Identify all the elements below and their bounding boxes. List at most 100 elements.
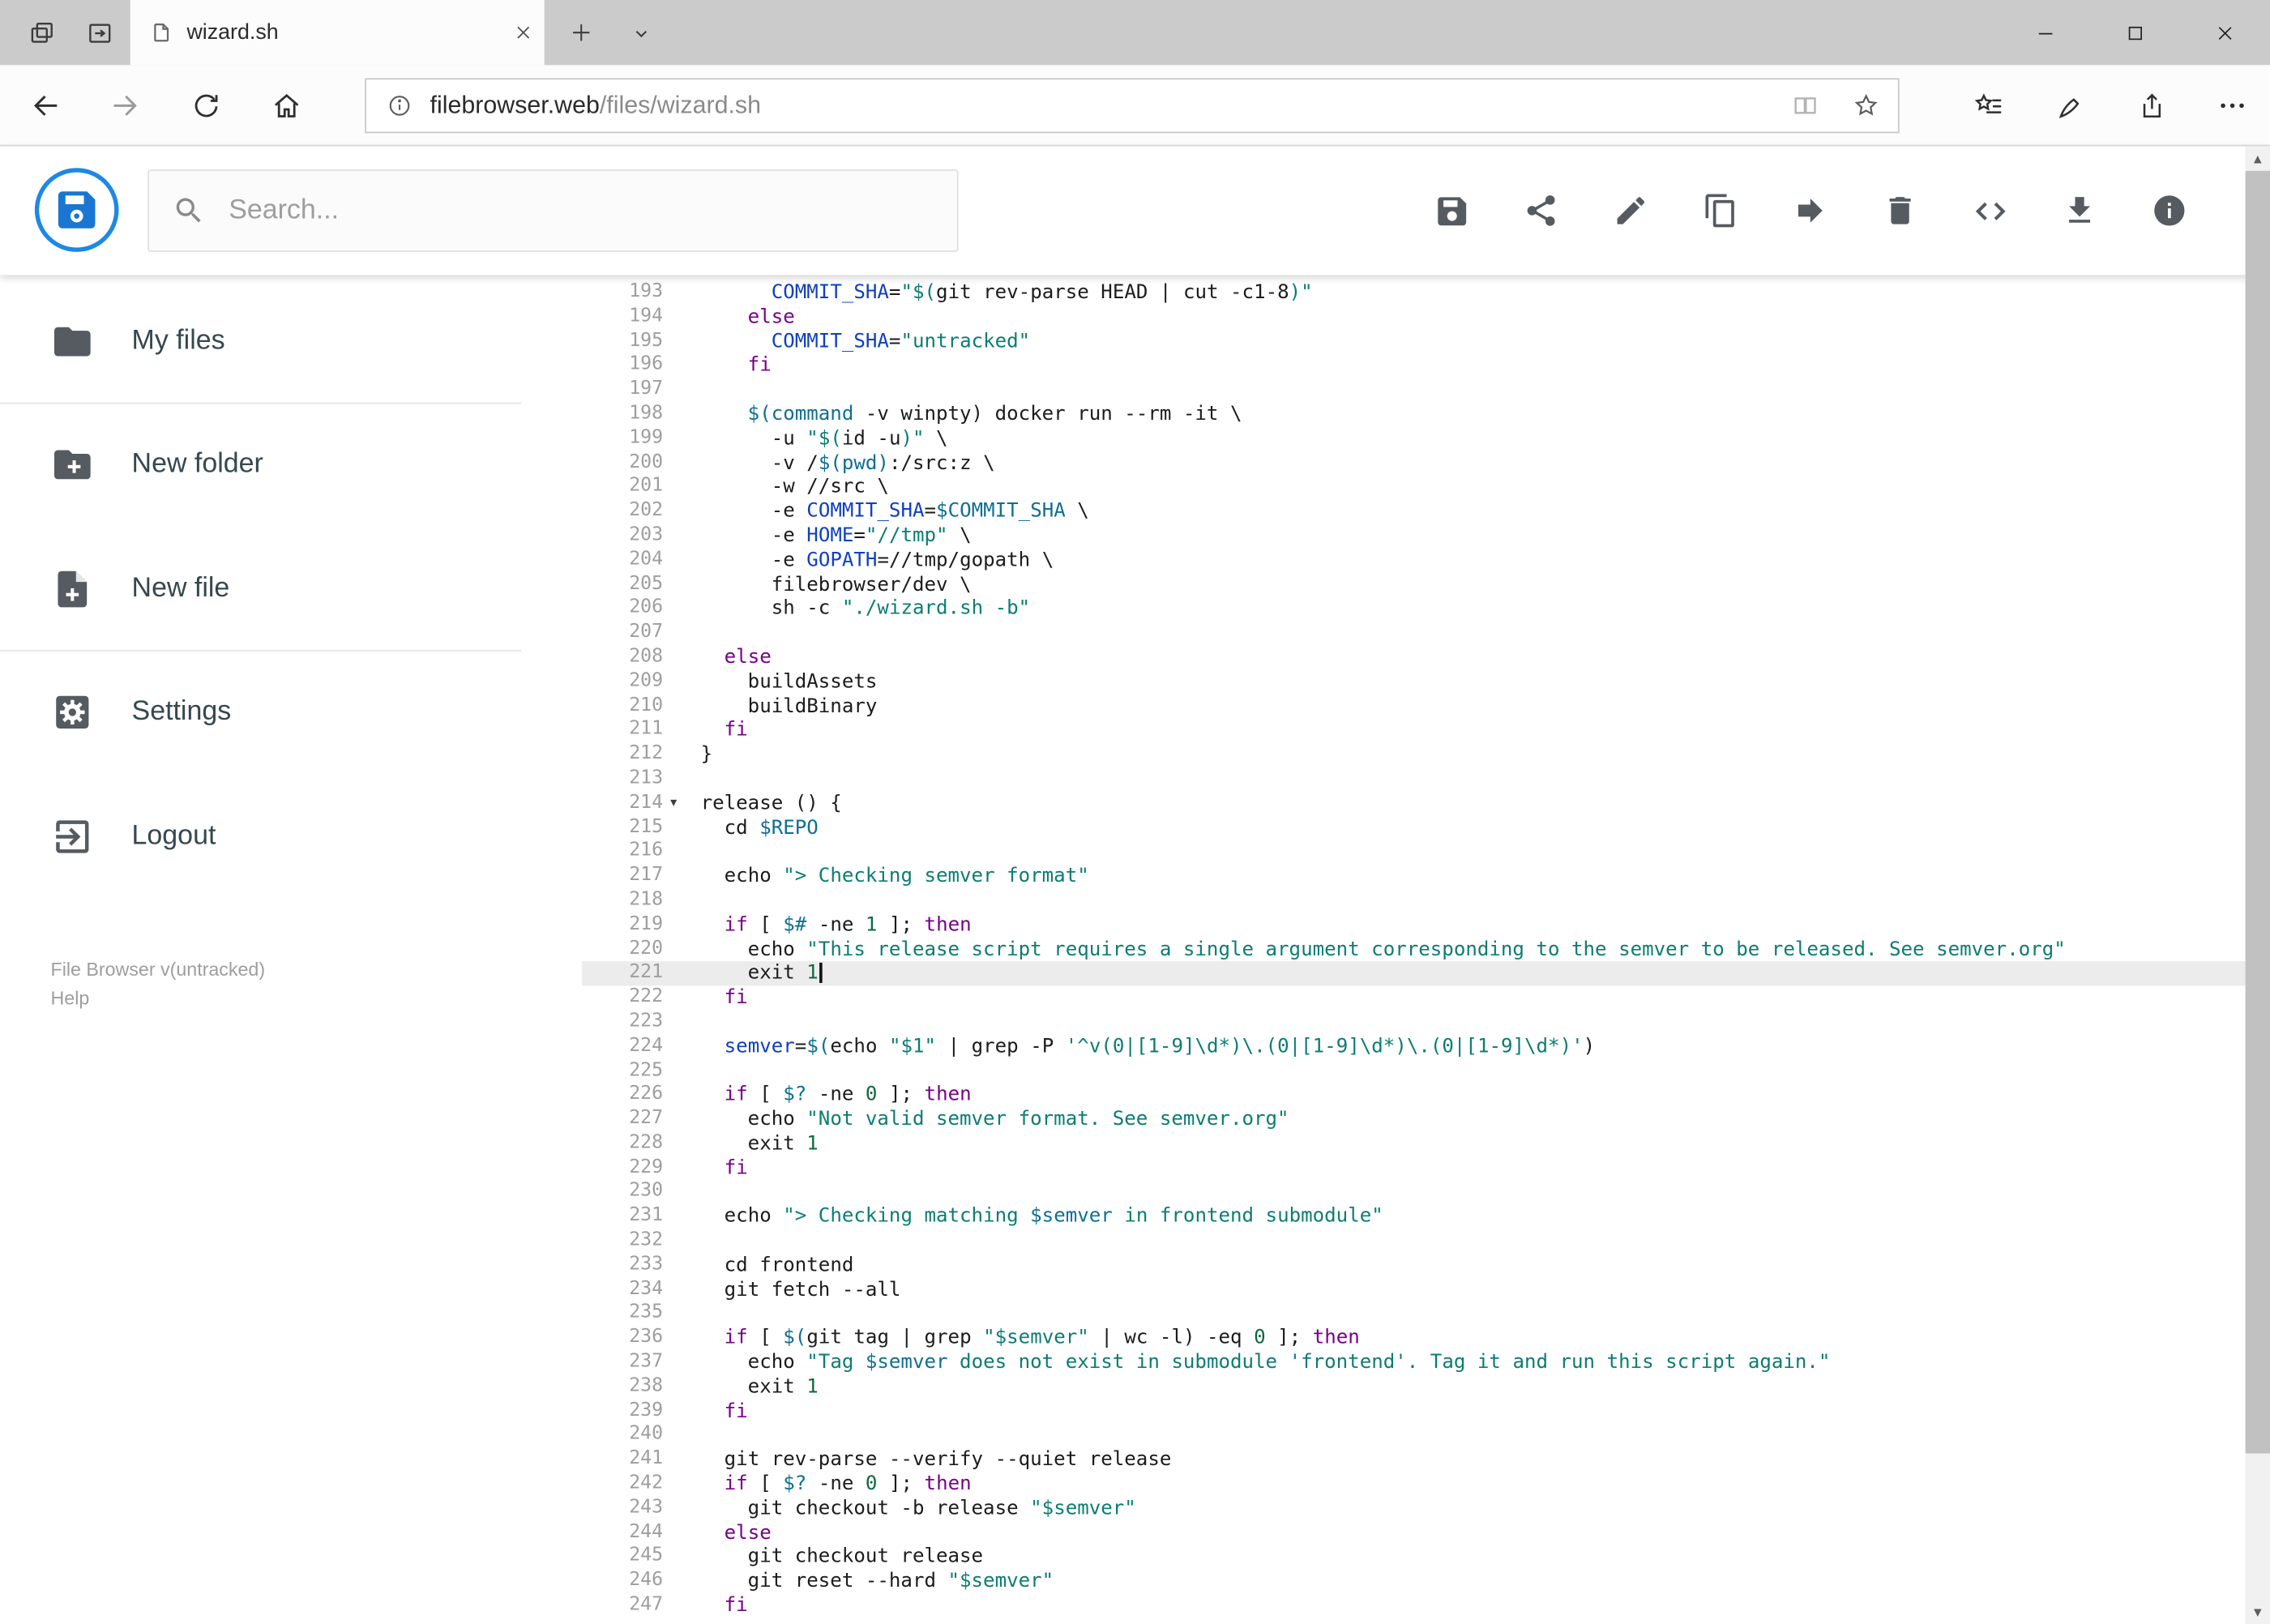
tab-close-icon[interactable] xyxy=(514,24,532,42)
favorite-star-icon[interactable] xyxy=(1852,92,1881,121)
code-line[interactable]: 195 COMMIT_SHA="untracked" xyxy=(582,330,2246,354)
tab-list-button[interactable] xyxy=(611,0,672,65)
web-note-button[interactable] xyxy=(2038,74,2102,138)
set-aside-tabs-button[interactable] xyxy=(11,0,72,65)
code-line[interactable]: 241 git rev-parse --verify --quiet relea… xyxy=(582,1448,2246,1472)
raw-code-button[interactable] xyxy=(1970,191,2009,230)
delete-button[interactable] xyxy=(1880,191,1919,230)
code-line[interactable]: 213 xyxy=(582,767,2246,792)
code-line[interactable]: 210 buildBinary xyxy=(582,694,2246,719)
code-line[interactable]: 231 echo "> Checking matching $semver in… xyxy=(582,1205,2246,1229)
code-line[interactable]: 242 if [ $? -ne 0 ]; then xyxy=(582,1472,2246,1497)
code-line[interactable]: 235 xyxy=(582,1302,2246,1327)
maximize-button[interactable] xyxy=(2090,0,2180,65)
browser-tab[interactable]: wizard.sh xyxy=(130,0,545,66)
code-line[interactable]: 199 -u "$(id -u)" \ xyxy=(582,427,2246,451)
minimize-button[interactable] xyxy=(2001,0,2091,65)
code-line[interactable]: 236 if [ $(git tag | grep "$semver" | wc… xyxy=(582,1327,2246,1351)
code-line[interactable]: 228 exit 1 xyxy=(582,1132,2246,1156)
code-line[interactable]: 209 buildAssets xyxy=(582,670,2246,694)
code-line[interactable]: 207 xyxy=(582,622,2246,646)
info-button[interactable] xyxy=(2150,191,2189,230)
code-line[interactable]: 203 -e HOME="//tmp" \ xyxy=(582,524,2246,549)
new-tab-button[interactable] xyxy=(550,0,611,65)
code-line[interactable]: 202 -e COMMIT_SHA=$COMMIT_SHA \ xyxy=(582,500,2246,524)
code-line[interactable]: 216 xyxy=(582,840,2246,865)
code-line[interactable]: 212} xyxy=(582,743,2246,767)
reading-view-icon[interactable] xyxy=(1791,92,1820,121)
code-line[interactable]: 238 exit 1 xyxy=(582,1375,2246,1400)
sidebar-item-new-folder[interactable]: New folder xyxy=(0,421,582,508)
hub-favorites-button[interactable] xyxy=(1957,74,2021,138)
code-line[interactable]: 196 fi xyxy=(582,354,2246,378)
home-button[interactable] xyxy=(254,74,318,138)
download-button[interactable] xyxy=(2060,191,2099,230)
code-line[interactable]: 240 xyxy=(582,1424,2246,1448)
code-line[interactable]: 233 cd frontend xyxy=(582,1254,2246,1278)
save-button[interactable] xyxy=(1432,191,1471,230)
more-menu-button[interactable] xyxy=(2200,74,2264,138)
tab-preview-button[interactable] xyxy=(70,0,130,65)
rename-button[interactable] xyxy=(1611,191,1650,230)
code-line[interactable]: 230 xyxy=(582,1181,2246,1205)
share-file-button[interactable] xyxy=(1521,191,1560,230)
code-line[interactable]: 222 fi xyxy=(582,986,2246,1011)
code-line[interactable]: 200 -v /$(pwd):/src:z \ xyxy=(582,451,2246,476)
code-line[interactable]: 204 -e GOPATH=//tmp/gopath \ xyxy=(582,549,2246,573)
filebrowser-logo[interactable] xyxy=(34,168,119,252)
search-box[interactable] xyxy=(147,169,959,252)
scroll-down-arrow-icon[interactable]: ▼ xyxy=(2246,1600,2270,1624)
refresh-button[interactable] xyxy=(173,74,237,138)
site-info-icon[interactable] xyxy=(387,92,413,118)
help-link[interactable]: Help xyxy=(51,985,266,1014)
share-button[interactable] xyxy=(2119,74,2183,138)
code-line[interactable]: 224 semver=$(echo "$1" | grep -P '^v(0|[… xyxy=(582,1035,2246,1059)
code-line[interactable]: 229 fi xyxy=(582,1156,2246,1181)
code-editor[interactable]: 193 COMMIT_SHA="$(git rev-parse HEAD | c… xyxy=(582,275,2246,1624)
move-button[interactable] xyxy=(1791,191,1830,230)
code-line[interactable]: 225 xyxy=(582,1059,2246,1083)
code-line[interactable]: 221 exit 1 xyxy=(582,961,2246,986)
code-line[interactable]: 243 git checkout -b release "$semver" xyxy=(582,1497,2246,1521)
code-line[interactable]: 247 fi xyxy=(582,1594,2246,1618)
code-line[interactable]: 227 echo "Not valid semver format. See s… xyxy=(582,1108,2246,1132)
code-line[interactable]: 246 git reset --hard "$semver" xyxy=(582,1570,2246,1594)
code-line[interactable]: 201 -w //src \ xyxy=(582,476,2246,500)
search-input[interactable] xyxy=(229,194,934,227)
code-line[interactable]: 198 $(command -v winpty) docker run --rm… xyxy=(582,403,2246,427)
address-bar[interactable]: filebrowser.web/files/wizard.sh xyxy=(365,78,1900,134)
code-line[interactable]: 197 xyxy=(582,378,2246,403)
code-line[interactable]: 215 cd $REPO xyxy=(582,816,2246,840)
fold-marker-icon[interactable]: ▾ xyxy=(663,792,700,816)
code-line[interactable]: 218 xyxy=(582,889,2246,913)
code-line[interactable]: 214 ▾ release () { xyxy=(582,792,2246,816)
code-line[interactable]: 193 COMMIT_SHA="$(git rev-parse HEAD | c… xyxy=(582,281,2246,306)
code-line[interactable]: 208 else xyxy=(582,646,2246,670)
close-window-button[interactable] xyxy=(2180,0,2270,65)
code-line[interactable]: 219 if [ $# -ne 1 ]; then xyxy=(582,913,2246,938)
code-line[interactable]: 205 filebrowser/dev \ xyxy=(582,573,2246,597)
sidebar-item-logout[interactable]: Logout xyxy=(0,793,582,880)
sidebar-item-new-file[interactable]: New file xyxy=(0,545,582,632)
scroll-up-arrow-icon[interactable]: ▲ xyxy=(2246,146,2270,170)
sidebar-item-settings[interactable]: Settings xyxy=(0,669,582,755)
code-line[interactable]: 194 else xyxy=(582,306,2246,330)
code-line[interactable]: 220 echo "This release script requires a… xyxy=(582,938,2246,962)
copy-button[interactable] xyxy=(1701,191,1740,230)
code-line[interactable]: 244 else xyxy=(582,1521,2246,1545)
scrollbar-thumb[interactable] xyxy=(2245,170,2270,1454)
code-line[interactable]: 211 fi xyxy=(582,719,2246,743)
code-line[interactable]: 234 git fetch --all xyxy=(582,1278,2246,1302)
page-scrollbar[interactable]: ▲ ▼ xyxy=(2245,146,2270,1624)
code-line[interactable]: 223 xyxy=(582,1011,2246,1035)
back-button[interactable] xyxy=(15,74,79,138)
code-line[interactable]: 232 xyxy=(582,1229,2246,1254)
code-line[interactable]: 217 echo "> Checking semver format" xyxy=(582,865,2246,889)
code-line[interactable]: 245 git checkout release xyxy=(582,1545,2246,1570)
sidebar-item-my-files[interactable]: My files xyxy=(0,298,582,385)
forward-button[interactable] xyxy=(92,74,156,138)
code-line[interactable]: 226 if [ $? -ne 0 ]; then xyxy=(582,1083,2246,1108)
code-line[interactable]: 237 echo "Tag $semver does not exist in … xyxy=(582,1351,2246,1375)
code-line[interactable]: 239 fi xyxy=(582,1400,2246,1424)
code-line[interactable]: 206 sh -c "./wizard.sh -b" xyxy=(582,597,2246,622)
